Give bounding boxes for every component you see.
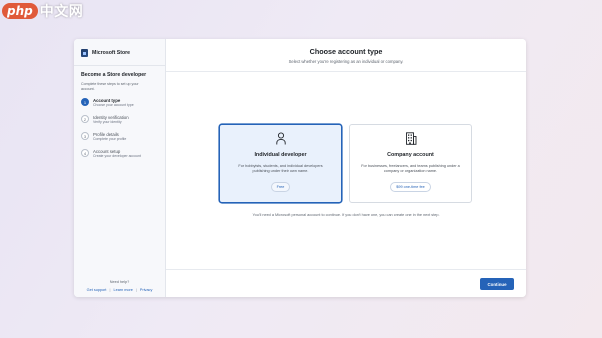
watermark-text: 中文网 — [39, 4, 84, 20]
step-subtitle: Choose your account type — [93, 103, 134, 108]
step-list: 1 Account type Choose your account type … — [81, 98, 158, 166]
person-icon — [220, 132, 341, 146]
step-subtitle: Create your developer account — [93, 154, 141, 159]
footer-bar: Continue — [166, 269, 526, 297]
site-watermark: php 中文网 — [0, 0, 83, 22]
price-badge: Free — [270, 181, 291, 192]
app-window: Microsoft Store Become a Store developer… — [74, 39, 526, 297]
sidebar-description: Complete these steps to set up your acco… — [81, 82, 139, 92]
help-links: Get support | Learn more | Privacy — [74, 288, 165, 292]
main-panel: Choose account type Select whether you'r… — [166, 39, 526, 297]
privacy-link[interactable]: Privacy — [140, 288, 152, 292]
continue-button[interactable]: Continue — [480, 278, 514, 290]
step-account-setup[interactable]: 4 Account setup Create your developer ac… — [81, 149, 158, 166]
sidebar-title: Become a Store developer — [81, 72, 147, 78]
help-section: Need help? Get support | Learn more | Pr… — [74, 280, 165, 292]
link-separator: | — [135, 288, 137, 292]
step-subtitle: Complete your profile — [93, 137, 127, 142]
sidebar-divider — [74, 65, 165, 66]
individual-developer-card[interactable]: Individual developer For hobbyists, stud… — [219, 124, 342, 203]
step-number: 2 — [81, 115, 89, 124]
card-description: For businesses, freelancers, and teams p… — [361, 164, 460, 174]
brand: Microsoft Store — [81, 48, 158, 58]
link-separator: | — [109, 288, 111, 292]
help-title: Need help? — [109, 280, 130, 284]
learn-more-link[interactable]: Learn more — [113, 288, 132, 292]
page-subtitle: Select whether you're registering as an … — [288, 59, 404, 64]
card-title: Company account — [387, 152, 434, 158]
get-support-link[interactable]: Get support — [87, 288, 107, 292]
page-header: Choose account type Select whether you'r… — [166, 39, 526, 72]
card-title: Individual developer — [254, 152, 307, 158]
step-account-type[interactable]: 1 Account type Choose your account type — [81, 98, 158, 115]
card-description: For hobbyists, students, and individual … — [238, 164, 323, 174]
watermark-badge: php — [2, 3, 38, 19]
company-account-card[interactable]: Company account For businesses, freelanc… — [349, 124, 472, 203]
price-badge: $99 one-time fee — [390, 181, 431, 192]
microsoft-store-icon — [81, 49, 88, 57]
page-title: Choose account type — [309, 47, 383, 56]
account-type-options: Individual developer For hobbyists, stud… — [219, 124, 472, 203]
step-number: 3 — [81, 132, 89, 141]
app-name: Microsoft Store — [92, 50, 131, 56]
sidebar: Microsoft Store Become a Store developer… — [74, 39, 166, 297]
step-number: 4 — [81, 149, 89, 158]
building-icon — [350, 132, 471, 146]
step-number: 1 — [81, 98, 89, 107]
step-identity-verification[interactable]: 2 Identity verification Verify your iden… — [81, 115, 158, 132]
account-note: You'll need a Microsoft personal account… — [252, 213, 440, 217]
step-subtitle: Verify your identity — [93, 120, 122, 125]
step-profile-details[interactable]: 3 Profile details Complete your profile — [81, 132, 158, 149]
